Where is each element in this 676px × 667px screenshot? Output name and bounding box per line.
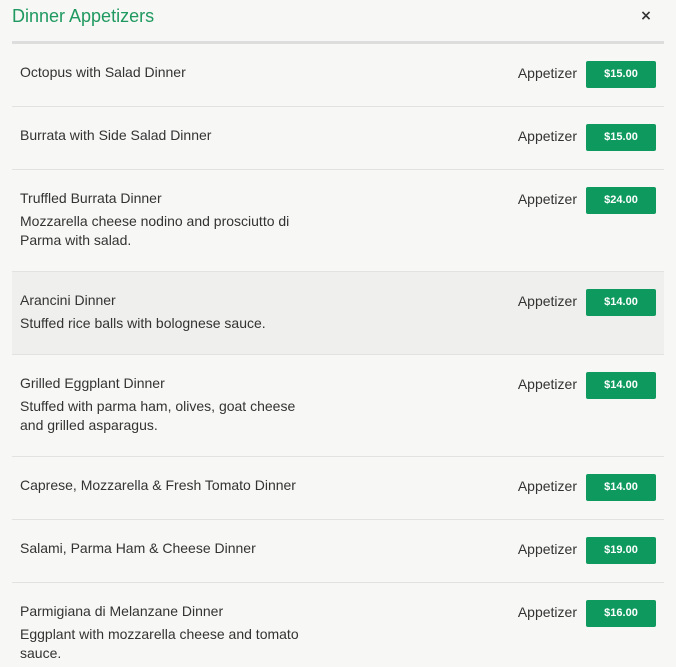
item-category: Appetizer	[517, 128, 577, 144]
item-category: Appetizer	[517, 191, 577, 207]
modal-header: Dinner Appetizers ×	[0, 0, 676, 42]
item-name: Truffled Burrata Dinner	[20, 190, 162, 206]
menu-item[interactable]: Arancini Dinner Stuffed rice balls with …	[12, 272, 664, 355]
price-button[interactable]: $24.00	[586, 187, 656, 214]
item-description: Stuffed rice balls with bolognese sauce.	[20, 315, 266, 331]
item-name: Grilled Eggplant Dinner	[20, 375, 165, 391]
item-category: Appetizer	[517, 65, 577, 81]
item-name: Arancini Dinner	[20, 292, 116, 308]
item-name: Burrata with Side Salad Dinner	[20, 127, 212, 143]
price-button[interactable]: $15.00	[586, 61, 656, 88]
menu-item[interactable]: Grilled Eggplant Dinner Stuffed with par…	[12, 355, 664, 457]
item-description: Eggplant with mozzarella cheese and toma…	[20, 626, 299, 661]
item-category: Appetizer	[517, 376, 577, 392]
menu-item[interactable]: Truffled Burrata Dinner Mozzarella chees…	[12, 170, 664, 272]
item-category: Appetizer	[517, 604, 577, 620]
price-button[interactable]: $14.00	[586, 372, 656, 399]
menu-item[interactable]: Caprese, Mozzarella & Fresh Tomato Dinne…	[12, 457, 664, 520]
item-name: Parmigiana di Melanzane Dinner	[20, 603, 224, 619]
menu-item-list: Octopus with Salad Dinner Appetizer $15.…	[12, 44, 664, 667]
price-button[interactable]: $14.00	[586, 289, 656, 316]
menu-item[interactable]: Octopus with Salad Dinner Appetizer $15.…	[12, 44, 664, 107]
price-button[interactable]: $16.00	[586, 600, 656, 627]
price-button[interactable]: $14.00	[586, 474, 656, 501]
price-button[interactable]: $15.00	[586, 124, 656, 151]
price-button[interactable]: $19.00	[586, 537, 656, 564]
item-description: Stuffed with parma ham, olives, goat che…	[20, 398, 296, 433]
menu-item[interactable]: Parmigiana di Melanzane Dinner Eggplant …	[12, 583, 664, 667]
item-category: Appetizer	[517, 478, 577, 494]
close-icon[interactable]: ×	[638, 7, 654, 25]
menu-modal: Dinner Appetizers × Octopus with Salad D…	[0, 0, 676, 667]
menu-item[interactable]: Burrata with Side Salad Dinner Appetizer…	[12, 107, 664, 170]
modal-title: Dinner Appetizers	[12, 6, 155, 26]
item-name: Octopus with Salad Dinner	[20, 64, 186, 80]
item-description: Mozzarella cheese nodino and prosciutto …	[20, 213, 290, 248]
menu-item[interactable]: Salami, Parma Ham & Cheese Dinner Appeti…	[12, 520, 664, 583]
item-name: Salami, Parma Ham & Cheese Dinner	[20, 540, 256, 556]
item-category: Appetizer	[517, 541, 577, 557]
item-name: Caprese, Mozzarella & Fresh Tomato Dinne…	[20, 477, 296, 493]
item-category: Appetizer	[517, 293, 577, 309]
